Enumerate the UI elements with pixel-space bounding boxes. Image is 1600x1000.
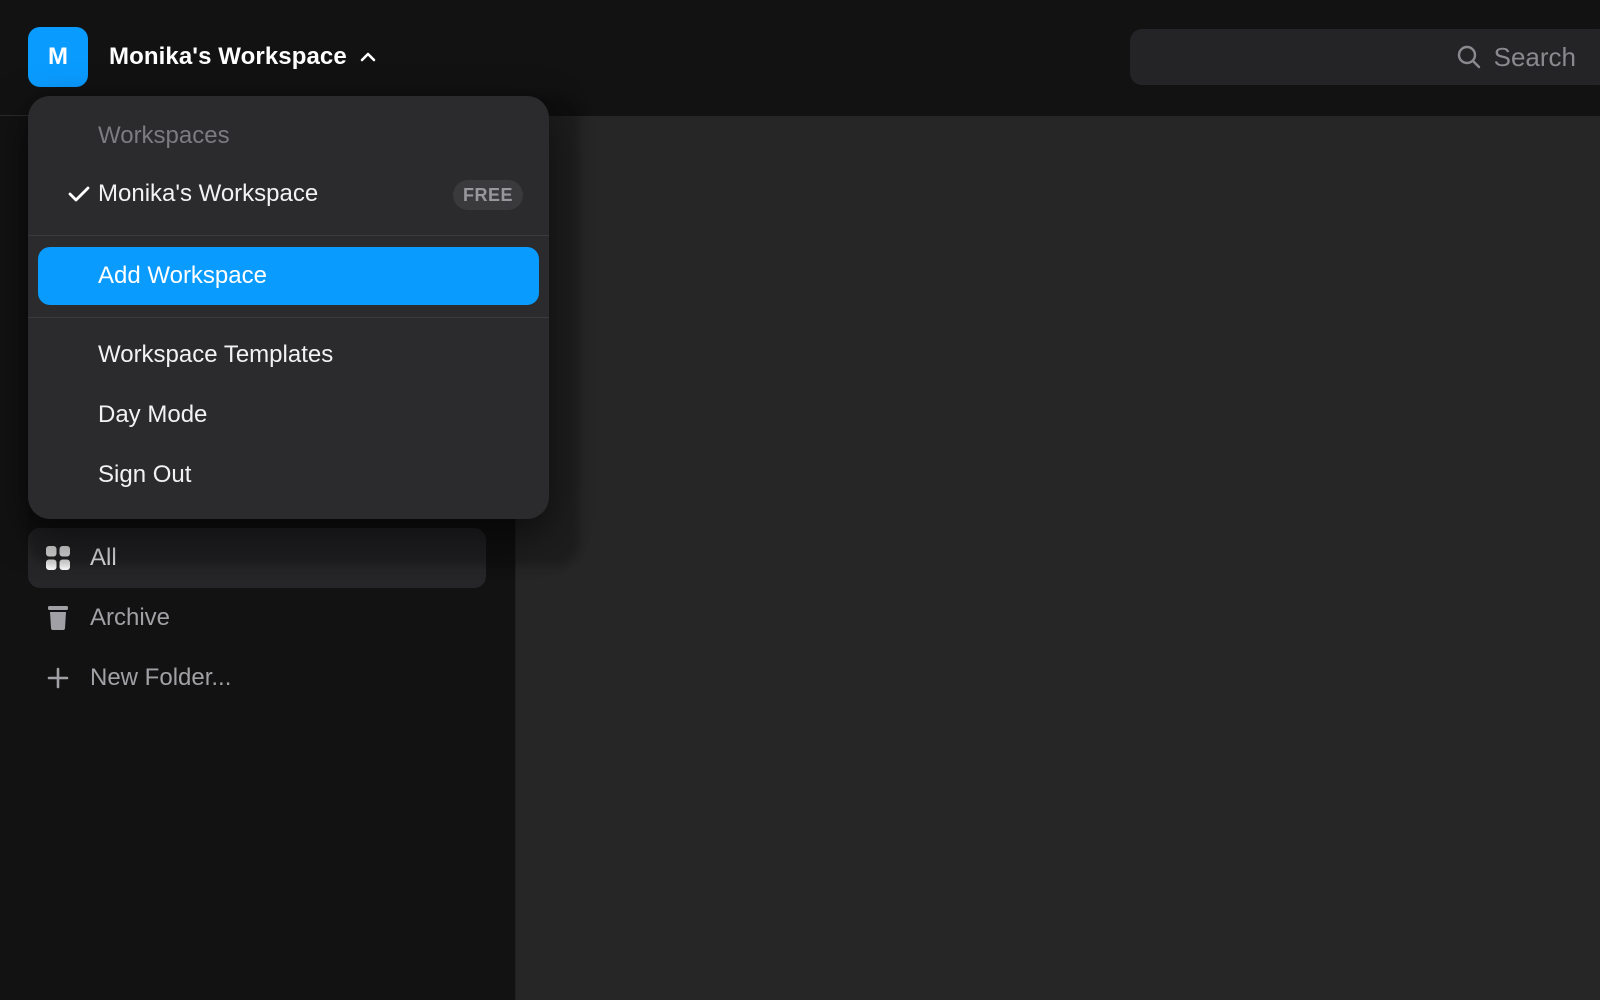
menu-item-current-workspace[interactable]: Monika's Workspace FREE — [38, 165, 539, 223]
menu-divider — [28, 317, 549, 318]
app-window: M Monika's Workspace Search All Archive … — [0, 0, 1600, 1000]
menu-item-label: Workspace Templates — [98, 341, 334, 368]
sidebar-item-new-folder[interactable]: New Folder... — [28, 648, 486, 708]
menu-item-label: Add Workspace — [98, 262, 267, 289]
search-placeholder: Search — [1493, 41, 1576, 72]
avatar-letter: M — [48, 43, 68, 70]
plus-icon — [46, 666, 70, 690]
avatar: M — [28, 27, 88, 87]
menu-item-label: Monika's Workspace — [98, 180, 319, 207]
sidebar-item-archive[interactable]: Archive — [28, 588, 486, 648]
sidebar-item-label: Archive — [90, 604, 171, 631]
menu-section-title: Workspaces — [98, 122, 230, 149]
search-input[interactable]: Search — [1130, 29, 1600, 85]
menu-item-label: Sign Out — [98, 461, 192, 488]
workspace-dropdown-menu: Workspaces Monika's Workspace FREE Add W… — [28, 96, 549, 519]
menu-item-sign-out[interactable]: Sign Out — [38, 446, 539, 504]
chevron-up-icon — [359, 48, 377, 66]
menu-item-workspace-templates[interactable]: Workspace Templates — [38, 326, 539, 384]
search-icon — [1456, 44, 1482, 70]
workspace-name: Monika's Workspace — [109, 43, 347, 70]
plan-badge: FREE — [452, 180, 523, 210]
sidebar-item-label: New Folder... — [90, 664, 232, 691]
trash-icon — [46, 606, 70, 630]
menu-item-day-mode[interactable]: Day Mode — [38, 386, 539, 444]
workspace-switcher[interactable]: M Monika's Workspace — [28, 27, 377, 87]
main-content — [516, 116, 1600, 1000]
menu-item-add-workspace[interactable]: Add Workspace — [38, 247, 539, 305]
checkmark-icon — [68, 183, 90, 205]
menu-divider — [28, 235, 549, 236]
menu-item-label: Day Mode — [98, 401, 208, 428]
